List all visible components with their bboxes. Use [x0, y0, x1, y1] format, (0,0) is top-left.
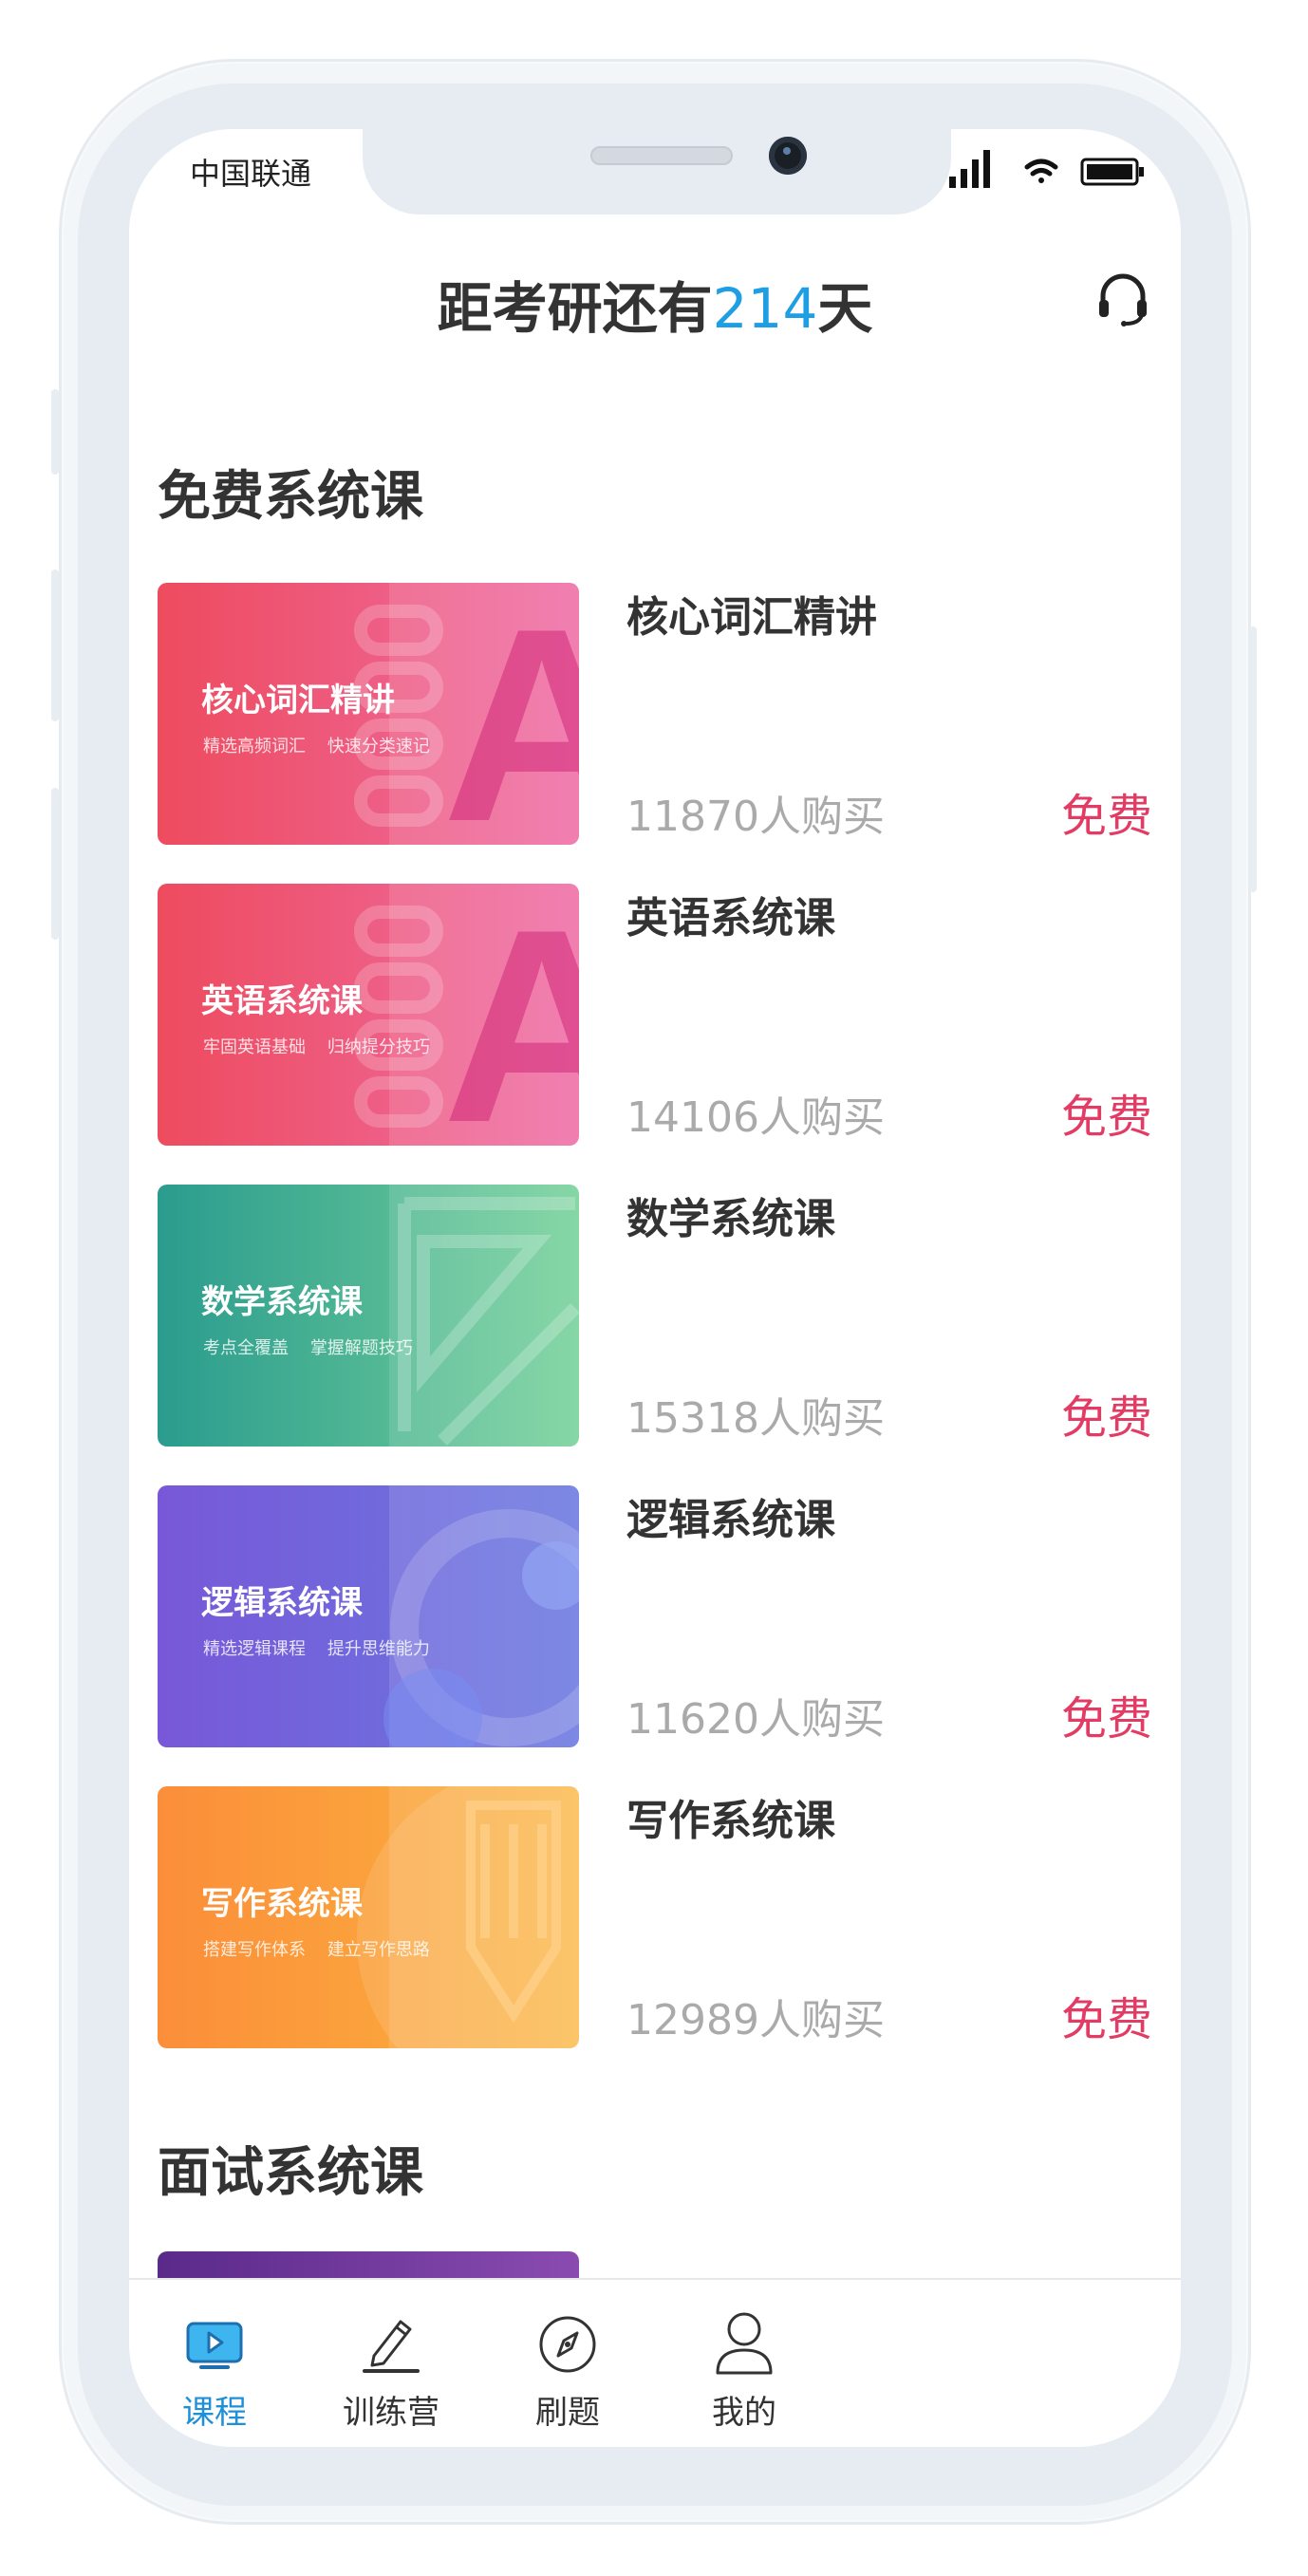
- thumbnail-subtitle: 搭建写作体系 建立写作思路: [203, 1940, 430, 1960]
- thumbnail-title: 核心词汇精讲: [201, 681, 395, 719]
- volume-up-button: [51, 569, 59, 721]
- play-tv-icon: [186, 2322, 243, 2369]
- course-card[interactable]: A 英语系统课牢固英语基础 归纳提分技巧 英语系统课 14106人购买 免费: [158, 884, 1152, 1146]
- course-name[interactable]: 英语系统课: [626, 884, 835, 944]
- course-card[interactable]: 逻辑系统课 精选逻辑课程 提升思维能力 逻辑系统课 11620人购买 免费: [158, 1485, 1152, 1747]
- countdown-days: 214: [712, 276, 818, 341]
- tab-practice[interactable]: 刷题: [482, 2280, 653, 2447]
- compass-icon: [539, 2316, 596, 2373]
- section-title-interview: 面试系统课: [158, 2142, 423, 2204]
- status-icons: [949, 150, 1144, 188]
- user-icon: [716, 2312, 773, 2375]
- svg-text:A: A: [442, 884, 579, 1146]
- course-buyer-count: 11870人购买: [626, 793, 885, 841]
- headset-icon[interactable]: [1097, 271, 1149, 328]
- app-screen: 中国联通 距考研还有214天 免费系统课 A 核心词汇精讲精选高频词汇 快速分类速…: [129, 129, 1181, 2447]
- thumbnail-subtitle: 精选高频词汇 快速分类速记: [203, 737, 430, 756]
- thumbnail-subtitle: 牢固英语基础 归纳提分技巧: [203, 1037, 430, 1057]
- course-name[interactable]: 逻辑系统课: [626, 1485, 835, 1546]
- course-buyer-count: 11620人购买: [626, 1695, 885, 1744]
- course-thumbnail[interactable]: 逻辑系统课精选逻辑课程 提升思维能力: [158, 1485, 579, 1747]
- course-card[interactable]: 数学系统课 考点全覆盖 掌握解题技巧 数学系统课 15318人购买 免费: [158, 1185, 1152, 1447]
- pencil-icon: [363, 2320, 420, 2373]
- tab-label: 刷题: [535, 2394, 600, 2432]
- thumbnail-title: 逻辑系统课: [201, 1584, 363, 1622]
- bottom-tab-bar: 课程 训练营 刷题 我的: [129, 2278, 1181, 2447]
- front-camera: [769, 137, 807, 175]
- thumbnail-title: 数学系统课: [201, 1283, 363, 1321]
- thumbnail-title: 英语系统课: [201, 982, 363, 1020]
- course-card[interactable]: 写作系统课 搭建写作体系 建立写作思路 写作系统课 12989人购买 免费: [158, 1786, 1152, 2048]
- course-buyer-count: 12989人购买: [626, 1996, 885, 2044]
- section-title-free: 免费系统课: [158, 466, 423, 528]
- course-price: 免费: [1060, 790, 1152, 843]
- course-buyer-count: 15318人购买: [626, 1394, 885, 1443]
- thumbnail-subtitle: 精选逻辑课程 提升思维能力: [203, 1639, 430, 1659]
- course-name[interactable]: 数学系统课: [626, 1185, 835, 1245]
- thumbnail-title: 写作系统课: [201, 1885, 363, 1923]
- tab-courses[interactable]: 课程: [129, 2280, 300, 2447]
- tab-training-camp[interactable]: 训练营: [306, 2280, 476, 2447]
- speaker: [590, 146, 733, 165]
- mute-switch: [51, 389, 59, 475]
- power-button: [1249, 626, 1257, 892]
- signal-icon: [949, 150, 990, 188]
- course-price: 免费: [1060, 1091, 1152, 1144]
- countdown-prefix: 距考研还有: [437, 276, 713, 341]
- course-price: 免费: [1060, 1391, 1152, 1445]
- course-price: 免费: [1060, 1692, 1152, 1745]
- tab-mine[interactable]: 我的: [659, 2280, 830, 2447]
- volume-down-button: [51, 788, 59, 940]
- wifi-icon: [1024, 159, 1058, 183]
- course-thumbnail[interactable]: 数学系统课考点全覆盖 掌握解题技巧: [158, 1185, 579, 1447]
- tab-label: 我的: [712, 2394, 776, 2432]
- page-title: 距考研还有214天: [129, 264, 1181, 344]
- course-card[interactable]: A 核心词汇精讲精选高频词汇 快速分类速记 核心词汇精讲 11870人购买 免费: [158, 583, 1152, 845]
- course-thumbnail[interactable]: A 核心词汇精讲精选高频词汇 快速分类速记: [158, 583, 579, 845]
- course-name[interactable]: 核心词汇精讲: [626, 583, 877, 644]
- course-thumbnail[interactable]: 写作系统课搭建写作体系 建立写作思路: [158, 1786, 579, 2048]
- tab-label: 课程: [182, 2394, 247, 2432]
- course-price: 免费: [1060, 1993, 1152, 2046]
- tab-label: 训练营: [343, 2394, 439, 2432]
- countdown-suffix: 天: [817, 276, 873, 341]
- notch: [363, 129, 951, 215]
- battery-icon: [1080, 158, 1144, 186]
- svg-text:A: A: [442, 583, 579, 845]
- course-buyer-count: 14106人购买: [626, 1093, 885, 1142]
- course-thumbnail[interactable]: A 英语系统课牢固英语基础 归纳提分技巧: [158, 884, 579, 1146]
- carrier-label: 中国联通: [190, 156, 312, 192]
- thumbnail-subtitle: 考点全覆盖 掌握解题技巧: [203, 1338, 413, 1358]
- course-name[interactable]: 写作系统课: [626, 1786, 835, 1847]
